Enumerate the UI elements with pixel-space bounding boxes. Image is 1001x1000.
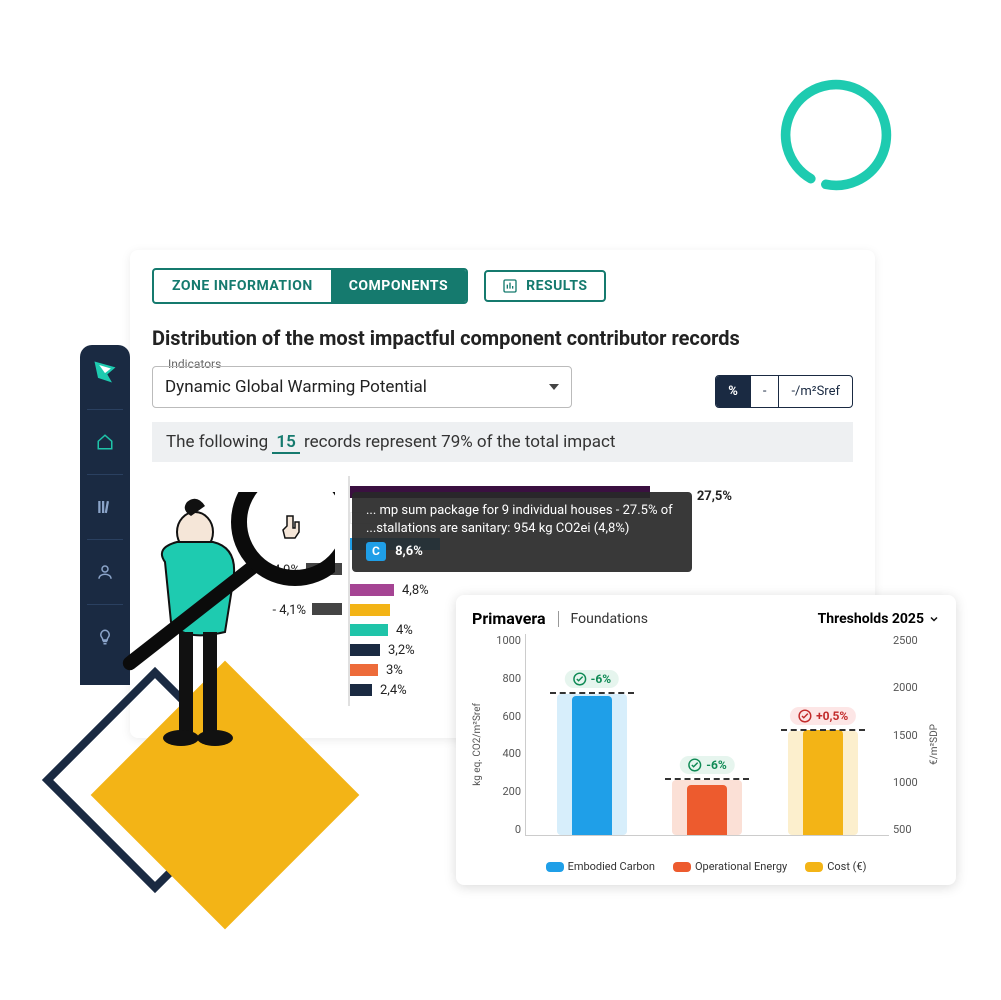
y-left-label: kg eq. CO2/m²Sref <box>472 703 483 786</box>
person-magnifier-illustration <box>115 492 335 752</box>
chevron-down-icon <box>549 384 559 390</box>
home-icon[interactable] <box>95 432 115 452</box>
bar-value-label: 4,8% <box>402 583 429 598</box>
summary-count[interactable]: 15 <box>272 432 299 454</box>
summary-prefix: The following <box>166 432 272 452</box>
lightbulb-icon[interactable] <box>95 627 115 647</box>
chart-plot: -6% -6% +0,5% <box>525 634 889 836</box>
chart-bar-group: +0,5% <box>775 634 872 835</box>
threshold-label: Thresholds 2025 <box>818 611 924 627</box>
bar-value-label: 3% <box>386 663 403 678</box>
bar-pos <box>350 684 372 696</box>
summary-strip: The following 15 records represent 79% o… <box>152 422 853 462</box>
legend-embodied: Embodied Carbon <box>568 860 655 873</box>
indicator-value: Dynamic Global Warming Potential <box>165 377 427 397</box>
summary-suffix: records represent 79% of the total impac… <box>304 432 615 452</box>
unit-sref[interactable]: -/m²Sref <box>779 376 852 407</box>
bar-value-label: 2,4% <box>380 683 407 698</box>
y-left-axis: 10008006004002000 <box>485 634 521 854</box>
bar-pos <box>350 584 394 596</box>
unit-percent[interactable]: % <box>716 376 751 407</box>
indicator-select[interactable]: Indicators Dynamic Global Warming Potent… <box>152 366 572 408</box>
chart-card: Primavera Foundations Thresholds 2025 kg… <box>456 595 956 885</box>
library-icon[interactable] <box>95 497 115 517</box>
tab-zone-info[interactable]: ZONE INFORMATION <box>154 270 331 302</box>
tab-group-main: ZONE INFORMATION COMPONENTS <box>152 268 468 304</box>
tabs-row: ZONE INFORMATION COMPONENTS RESULTS <box>152 268 853 304</box>
chart-title: Primavera <box>472 609 546 628</box>
y-right-label: €/m²SDP <box>929 724 940 765</box>
bar-pos <box>350 624 388 636</box>
unit-dash[interactable]: - <box>751 376 780 407</box>
bar-chart-icon <box>502 278 518 294</box>
app-logo <box>90 357 120 387</box>
delta-badge: +0,5% <box>790 707 856 725</box>
chart-subtitle: Foundations <box>558 611 648 627</box>
tooltip-pct: 8,6% <box>395 544 423 559</box>
tab-components[interactable]: COMPONENTS <box>331 270 466 302</box>
section-title: Distribution of the most impactful compo… <box>152 326 853 350</box>
tooltip-badge: C <box>366 542 386 561</box>
legend-cost: Cost (€) <box>827 860 866 873</box>
bar-pos <box>350 644 380 656</box>
chart-legend: Embodied Carbon Operational Energy Cost … <box>472 860 940 873</box>
chevron-down-icon <box>928 613 940 625</box>
chart-bar <box>572 696 612 835</box>
bar-value-label: 3,2% <box>388 643 415 658</box>
delta-badge: -6% <box>565 670 619 688</box>
delta-badge: -6% <box>680 756 734 774</box>
tab-results-label: RESULTS <box>526 278 587 294</box>
chart-bar <box>803 730 843 835</box>
bar-tooltip: 27,5% ... mp sum package for 9 individua… <box>352 492 692 572</box>
unit-toggle: % - -/m²Sref <box>715 375 853 408</box>
decor-circle <box>776 75 896 195</box>
bar-pos <box>350 664 378 676</box>
bar-pos <box>350 604 390 616</box>
y-right-axis: 2500200015001000500 <box>893 634 927 854</box>
chart-body: kg eq. CO2/m²Sref 10008006004002000 -6%-… <box>472 634 940 854</box>
tab-results[interactable]: RESULTS <box>484 270 605 302</box>
bar-value-label: 4% <box>396 623 413 638</box>
chart-bar-group: -6% <box>543 634 640 835</box>
threshold-select[interactable]: Thresholds 2025 <box>818 611 940 627</box>
tooltip-pct-top: 27,5% <box>697 488 732 506</box>
tooltip-line: ... mp sum package for 9 individual hous… <box>366 502 678 538</box>
chart-bar-group: -6% <box>659 634 756 835</box>
account-icon[interactable] <box>95 562 115 582</box>
chart-bar <box>687 785 727 835</box>
legend-operational: Operational Energy <box>695 860 787 873</box>
